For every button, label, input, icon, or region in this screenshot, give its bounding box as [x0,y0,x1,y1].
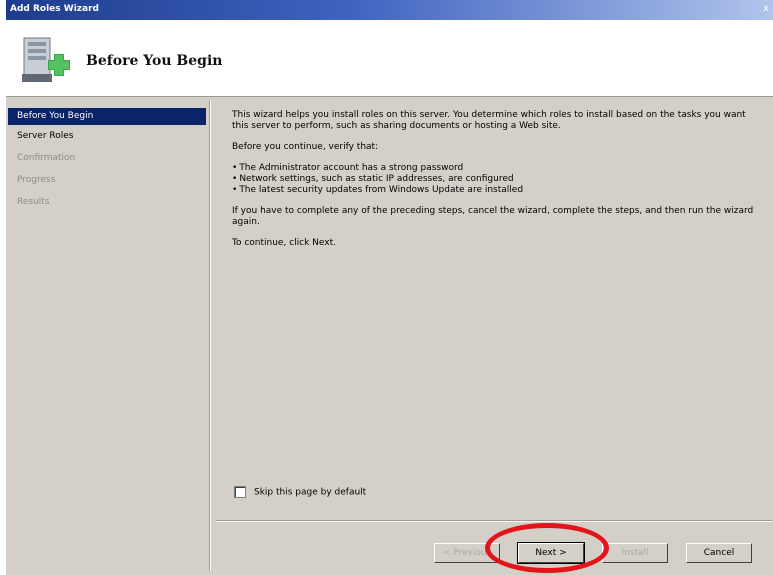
wizard-banner: Before You Begin [6,20,773,97]
previous-button: < Previous [434,543,500,563]
nav-item-results: Results [17,197,50,207]
nav-item-server-roles[interactable]: Server Roles [8,128,206,145]
continue-text: To continue, click Next. [232,238,336,248]
nav-item-progress: Progress [17,175,56,185]
wizard-nav: Before You Begin Server Roles Confirmati… [8,100,206,570]
page-title: Before You Begin [86,53,223,69]
complete-steps-text: If you have to complete any of the prece… [232,206,754,227]
list-item: The latest security updates from Windows… [232,185,762,196]
footer-divider [216,520,772,522]
nav-item-before-you-begin[interactable]: Before You Begin [8,108,206,125]
wizard-content: This wizard helps you install roles on t… [232,110,762,259]
nav-item-confirmation: Confirmation [17,153,76,163]
install-button: Install [602,543,668,563]
vertical-divider [209,100,211,570]
list-item: The Administrator account has a strong p… [232,163,762,174]
window-title: Add Roles Wizard [10,4,99,14]
server-add-icon [22,37,70,82]
skip-page-option[interactable]: Skip this page by default [234,486,366,498]
skip-page-checkbox[interactable] [234,486,246,498]
skip-page-label[interactable]: Skip this page by default [254,488,366,498]
intro-text: This wizard helps you install roles on t… [232,110,746,131]
title-bar[interactable]: Add Roles Wizard x [6,0,773,20]
prerequisite-list: The Administrator account has a strong p… [232,163,762,196]
next-button[interactable]: Next > [517,542,585,564]
wizard-window: Add Roles Wizard x Before You Begin Befo… [6,0,773,575]
cancel-button[interactable]: Cancel [686,543,752,563]
verify-heading: Before you continue, verify that: [232,142,379,152]
close-icon[interactable]: x [763,3,769,14]
list-item: Network settings, such as static IP addr… [232,174,762,185]
